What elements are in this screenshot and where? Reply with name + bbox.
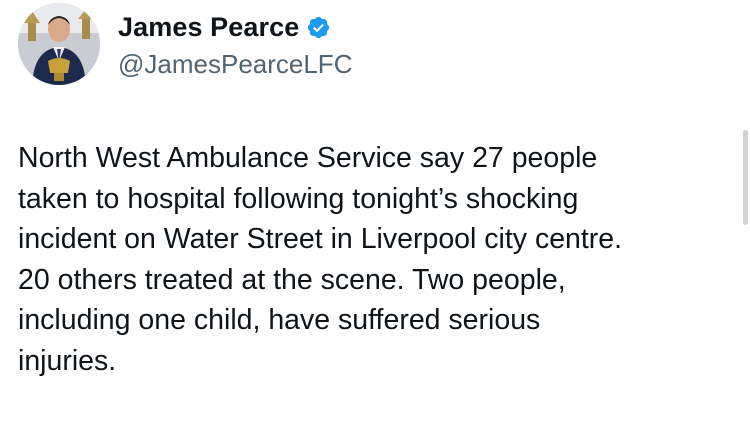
author-info[interactable]: James Pearce @JamesPearceLFC (118, 10, 352, 80)
tweet-text-line: 20 others treated at the scene. Two peop… (18, 263, 566, 296)
tweet-text-line: including one child, have suffered serio… (18, 304, 541, 336)
tweet-text: North West Ambulance Service say 27 peop… (18, 138, 738, 381)
author-handle[interactable]: @JamesPearceLFC (118, 49, 352, 80)
verified-badge-icon (306, 15, 331, 40)
scrollbar-thumb[interactable] (743, 130, 748, 225)
tweet-text-line: incident on Water Street in Liverpool ci… (18, 223, 623, 255)
display-name[interactable]: James Pearce (118, 12, 299, 43)
tweet-card: James Pearce @JamesPearceLFC North West … (0, 0, 750, 431)
avatar-photo-icon (18, 3, 100, 85)
name-row: James Pearce (118, 10, 352, 44)
tweet-text-line: North West Ambulance Service say 27 peop… (18, 142, 598, 174)
tweet-text-line: taken to hospital following tonight’s sh… (18, 182, 579, 215)
tweet-text-line: injuries. (18, 344, 117, 377)
author-avatar[interactable] (18, 3, 100, 85)
